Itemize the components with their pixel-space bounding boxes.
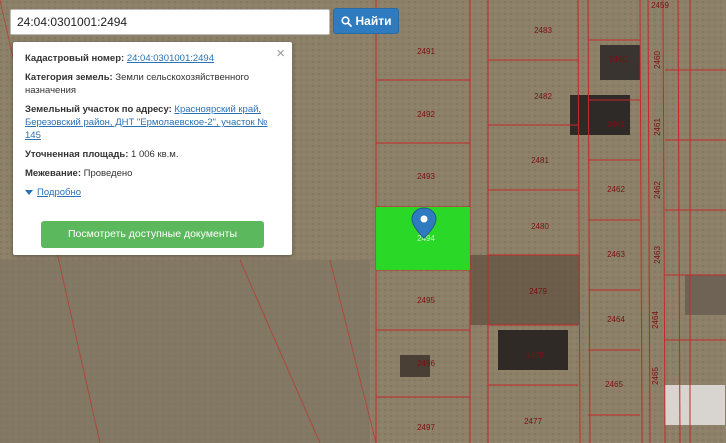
search-icon [340,15,352,27]
search-button-label: Найти [355,14,392,28]
survey-label: Межевание: [25,168,81,179]
search-input[interactable] [11,10,329,34]
building [665,385,725,425]
close-icon[interactable]: × [276,46,285,61]
survey-value: Проведено [83,168,133,179]
cadastral-link[interactable]: 24:04:0301001:2494 [127,53,214,64]
plot-label: 2460 [609,55,627,64]
plot-label: 2477 [524,417,542,426]
details-link[interactable]: Подробно [37,186,81,199]
cadastral-row: Кадастровый номер: 24:04:0301001:2494 [25,52,280,65]
building-area [470,255,580,325]
plot-label: 2464 [651,311,660,329]
search-button[interactable]: Найти [333,8,399,34]
plot-label: 2481 [531,156,549,165]
plot-label: 2462 [653,181,662,199]
plot-label: 2465 [605,380,623,389]
plot-label: 2463 [607,250,625,259]
details-toggle[interactable]: Подробно [25,186,280,199]
plot-label: 2463 [653,246,662,264]
plot-label: 2479 [529,287,547,296]
category-row: Категория земель: Земли сельскохозяйстве… [25,71,280,97]
plot-label: 2465 [651,367,660,385]
address-label: Земельный участок по адресу: [25,104,172,115]
plot-label: 2483 [534,26,552,35]
plot-label: 2460 [653,51,662,69]
plot-label: 2491 [417,47,435,56]
survey-row: Межевание: Проведено [25,167,280,180]
plot-label: 2495 [417,296,435,305]
cadastral-label: Кадастровый номер: [25,53,125,64]
search-box [10,9,330,35]
address-row: Земельный участок по адресу: Красноярски… [25,103,280,142]
plot-label: 2464 [607,315,625,324]
plot-label: 2480 [531,222,549,231]
view-documents-button[interactable]: Посмотреть доступные документы [41,221,264,248]
area-row: Уточненная площадь: 1 006 кв.м. [25,148,280,161]
plot-label: 2492 [417,110,435,119]
building [685,275,726,315]
terrain-patch [0,260,370,443]
plot-label: 2497 [417,423,435,432]
plot-label: 2478 [526,351,544,360]
area-label: Уточненная площадь: [25,149,129,160]
category-label: Категория земель: [25,72,113,83]
plot-label: 2459 [651,1,669,10]
plot-label: 2496 [417,359,435,368]
building [498,330,568,370]
plot-label: 2482 [534,92,552,101]
area-value: 1 006 кв.м. [131,149,179,160]
parcel-info-popup: × Кадастровый номер: 24:04:0301001:2494 … [13,42,292,255]
chevron-down-icon [25,190,33,195]
plot-label: 2462 [607,185,625,194]
plot-label: 2493 [417,172,435,181]
plot-label: 2461 [653,118,662,136]
plot-label: 2461 [607,120,625,129]
